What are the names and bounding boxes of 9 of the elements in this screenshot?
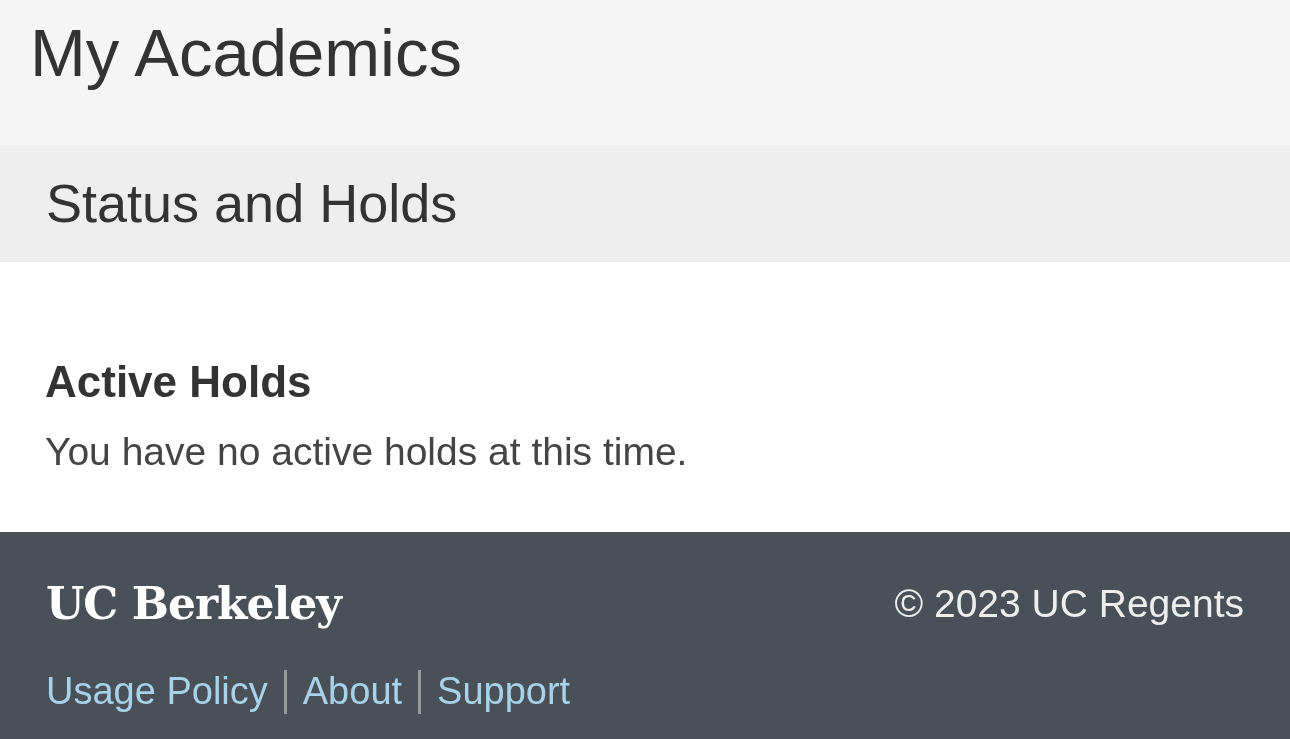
page-title: My Academics [30, 14, 462, 92]
footer-link[interactable]: Support [437, 668, 571, 715]
holds-heading: Active Holds [45, 356, 312, 408]
footer-logo: UC Berkeley [46, 578, 341, 631]
footer-link[interactable]: Usage Policy [46, 668, 268, 715]
footer-link[interactable]: About [302, 668, 403, 715]
holds-message: You have no active holds at this time. [45, 428, 688, 475]
copyright-text: © 2023 UC Regents [894, 581, 1244, 627]
section-title: Status and Holds [46, 172, 458, 236]
